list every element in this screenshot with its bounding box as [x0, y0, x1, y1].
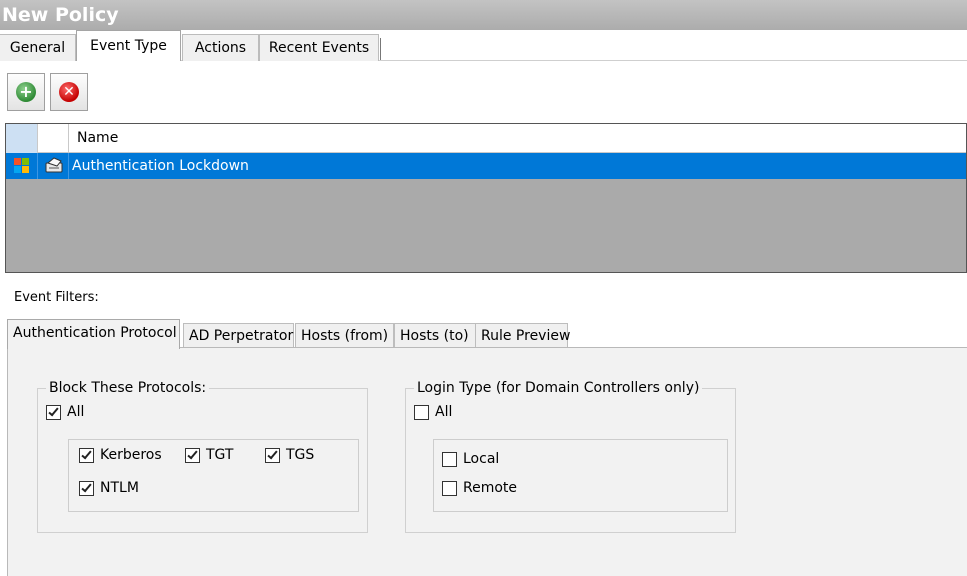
checkbox-box — [442, 480, 457, 496]
windows-logo-icon — [14, 158, 30, 174]
event-type-grid[interactable]: Name Authentication Lockdown — [5, 123, 967, 273]
main-tab-strip: General Event Type Actions Recent Events — [0, 30, 967, 61]
kerberos-checkbox[interactable]: Kerberos — [79, 446, 162, 464]
tab-actions[interactable]: Actions — [182, 34, 259, 61]
checkbox-box — [79, 447, 94, 463]
grid-header-col-icon[interactable] — [38, 124, 69, 153]
block-all-label: All — [67, 404, 85, 420]
ntlm-label: NTLM — [100, 480, 139, 496]
filter-tab-strip: Authentication Protocol AD Perpetrator H… — [7, 319, 967, 349]
tgt-label: TGT — [206, 447, 234, 463]
grid-header: Name — [6, 124, 966, 153]
remote-label: Remote — [463, 480, 518, 496]
tab-hosts-to[interactable]: Hosts (to) — [394, 323, 476, 348]
event-filters-label: Event Filters: — [14, 290, 99, 305]
authentication-protocol-panel: Block These Protocols: All Kerberos TGT … — [7, 347, 967, 576]
tgt-checkbox[interactable]: TGT — [185, 446, 233, 464]
table-row[interactable]: Authentication Lockdown — [6, 153, 966, 179]
checkbox-box — [185, 447, 200, 463]
tab-ad-perpetrator[interactable]: AD Perpetrator — [183, 323, 294, 348]
tab-authentication-protocol[interactable]: Authentication Protocol — [7, 319, 180, 349]
x-circle-icon: ✕ — [59, 82, 79, 102]
grid-header-name[interactable]: Name — [77, 124, 118, 153]
policy-icon — [45, 157, 63, 173]
plus-circle-icon: + — [16, 82, 36, 102]
row-name: Authentication Lockdown — [72, 158, 249, 174]
tab-recent-events[interactable]: Recent Events — [259, 34, 381, 61]
login-type-title: Login Type (for Domain Controllers only) — [414, 379, 703, 397]
ntlm-checkbox[interactable]: NTLM — [79, 479, 139, 497]
row-status-cell — [6, 153, 38, 179]
tab-hosts-from[interactable]: Hosts (from) — [295, 323, 394, 348]
check-icon — [187, 448, 198, 459]
tab-separator — [380, 38, 381, 60]
block-protocols-title: Block These Protocols: — [46, 379, 210, 397]
kerberos-label: Kerberos — [100, 447, 162, 463]
block-protocols-group: Block These Protocols: All Kerberos TGT … — [37, 379, 368, 533]
login-type-group: Login Type (for Domain Controllers only)… — [405, 379, 736, 533]
block-all-checkbox[interactable]: All — [46, 403, 84, 421]
remote-checkbox[interactable]: Remote — [442, 479, 517, 497]
add-button[interactable]: + — [7, 73, 45, 111]
tab-general[interactable]: General — [0, 34, 76, 61]
window-title: New Policy — [0, 0, 967, 30]
checkbox-box — [442, 451, 457, 467]
login-options-box: Local Remote — [433, 439, 728, 512]
local-checkbox[interactable]: Local — [442, 450, 499, 468]
check-icon — [81, 481, 92, 492]
local-label: Local — [463, 451, 500, 467]
tgs-checkbox[interactable]: TGS — [265, 446, 314, 464]
checkbox-box — [414, 404, 429, 420]
check-icon — [267, 448, 278, 459]
login-all-checkbox[interactable]: All — [414, 403, 452, 421]
tgs-label: TGS — [286, 447, 315, 463]
remove-button[interactable]: ✕ — [50, 73, 88, 111]
tab-recent-events-label: Recent Events — [268, 40, 370, 56]
tab-event-type[interactable]: Event Type — [76, 30, 181, 61]
protocol-options-box: Kerberos TGT TGS NTLM — [68, 439, 359, 512]
row-icon-cell — [38, 153, 69, 179]
tab-rule-preview[interactable]: Rule Preview — [475, 323, 570, 348]
check-icon — [48, 405, 59, 416]
grid-header-col-status[interactable] — [6, 124, 38, 153]
toolbar: + ✕ — [0, 61, 967, 123]
checkbox-box — [79, 480, 94, 496]
checkbox-box — [46, 404, 61, 420]
checkbox-box — [265, 447, 280, 463]
check-icon — [81, 448, 92, 459]
login-all-label: All — [435, 404, 453, 420]
